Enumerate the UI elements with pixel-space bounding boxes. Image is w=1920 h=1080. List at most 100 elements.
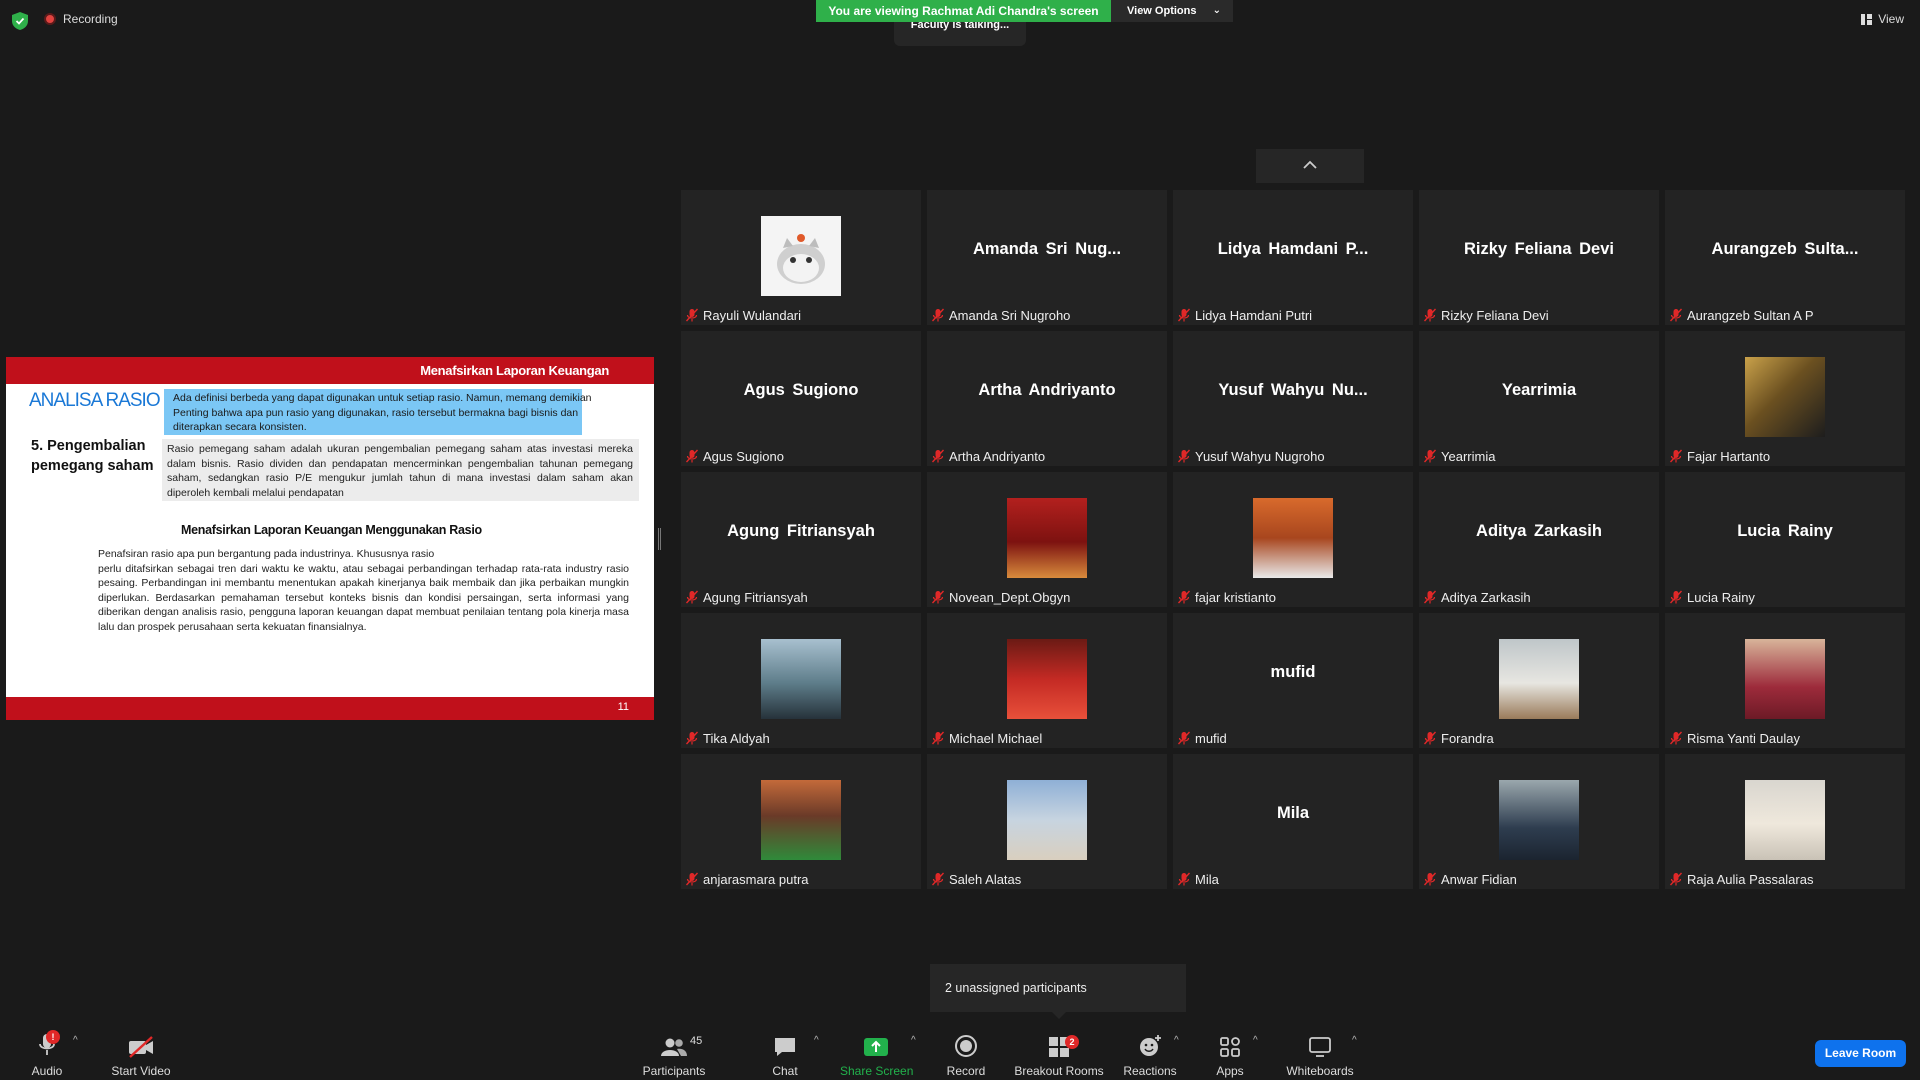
cat-avatar-icon [777,234,825,284]
participant-avatar [1499,780,1579,860]
participant-tile[interactable]: mufid mufid [1173,613,1413,748]
participant-tile[interactable]: Forandra [1419,613,1659,748]
microphone-muted-icon [1423,731,1437,745]
chat-button[interactable]: Chat [760,1030,810,1078]
microphone-muted-icon [685,308,699,322]
participant-name: Artha Andriyanto [949,448,1046,464]
record-label: Record [946,1064,986,1078]
participant-name-label: Tika Aldyah [685,730,770,746]
reactions-button[interactable]: Reactions [1122,1030,1178,1078]
participant-tile[interactable]: Mila Mila [1173,754,1413,889]
microphone-muted-icon [1423,590,1437,604]
recording-indicator[interactable]: Recording [44,12,118,26]
apps-icon [1220,1037,1240,1057]
viewing-banner: You are viewing Rachmat Adi Chandra's sc… [816,0,1111,22]
breakout-rooms-button[interactable]: Breakout Rooms [1012,1030,1106,1078]
participant-tile[interactable]: Amanda Sri Nug... Amanda Sri Nugroho [927,190,1167,325]
reactions-caret-icon[interactable]: ^ [1174,1035,1179,1046]
participant-tile[interactable]: Agung Fitriansyah Agung Fitriansyah [681,472,921,607]
microphone-muted-icon [1177,731,1191,745]
highlight-text: Ada definisi berbeda yang dapat digunaka… [173,392,592,433]
participant-name-label: Fajar Hartanto [1669,448,1770,464]
participant-tile[interactable]: Rizky Feliana Devi Rizky Feliana Devi [1419,190,1659,325]
participant-tile[interactable]: Lucia Rainy Lucia Rainy [1665,472,1905,607]
apps-caret-icon[interactable]: ^ [1253,1035,1258,1046]
whiteboards-label: Whiteboards [1286,1064,1354,1078]
participant-name: Yearrimia [1441,448,1496,464]
participant-name-label: Agus Sugiono [685,448,784,464]
share-screen-button[interactable]: Share Screen [840,1030,914,1078]
leave-room-button[interactable]: Leave Room [1815,1040,1906,1067]
participant-name: Rayuli Wulandari [703,307,802,323]
participant-name-label: Aurangzeb Sultan A P [1669,307,1813,323]
audio-warning-badge: ! [46,1030,60,1044]
definition-text: Rasio pemegang saham adalah ukuran penge… [167,443,633,499]
microphone-muted-icon [1177,449,1191,463]
participant-name: Aditya Zarkasih [1441,589,1531,605]
microphone-muted-icon [1669,731,1683,745]
participant-display-name: Lidya Hamdani P... [1217,240,1369,258]
participant-name: Tika Aldyah [703,730,770,746]
whiteboards-caret-icon[interactable]: ^ [1352,1035,1357,1046]
record-button[interactable]: Record [940,1030,992,1078]
participant-tile[interactable]: Yusuf Wahyu Nu... Yusuf Wahyu Nugroho [1173,331,1413,466]
grid-view-icon [1861,13,1873,25]
participant-avatar [1745,357,1825,437]
start-video-label: Start Video [111,1064,171,1078]
participant-tile[interactable]: Yearrimia Yearrimia [1419,331,1659,466]
start-video-button[interactable]: Start Video [106,1030,176,1078]
participant-name-label: Lidya Hamdani Putri [1177,307,1312,323]
participant-name-label: Anwar Fidian [1423,871,1517,887]
participant-tile[interactable]: Raja Aulia Passalaras [1665,754,1905,889]
participant-name: Forandra [1441,730,1494,746]
participant-tile[interactable]: Aurangzeb Sulta... Aurangzeb Sultan A P [1665,190,1905,325]
view-button[interactable]: View [1861,12,1904,26]
view-label: View [1878,12,1904,26]
participant-name: Mila [1195,871,1219,887]
participant-name: Lucia Rainy [1687,589,1755,605]
participant-tile[interactable]: Saleh Alatas [927,754,1167,889]
participant-tile[interactable]: Agus Sugiono Agus Sugiono [681,331,921,466]
share-caret-icon[interactable]: ^ [911,1035,916,1046]
participant-avatar [1007,780,1087,860]
participant-name-label: mufid [1177,730,1227,746]
participant-tile[interactable]: anjarasmara putra [681,754,921,889]
participant-tile[interactable]: Novean_Dept.Obgyn [927,472,1167,607]
view-options-button[interactable]: View Options ⌄ [1111,0,1233,22]
participant-name: Novean_Dept.Obgyn [949,589,1071,605]
shield-icon[interactable] [12,12,28,30]
participant-tile[interactable]: Rayuli Wulandari [681,190,921,325]
splitter-handle[interactable] [658,528,661,550]
microphone-muted-icon [1669,872,1683,886]
share-screen-label: Share Screen [840,1064,914,1078]
unassigned-participants-tooltip[interactable]: 2 unassigned participants [930,964,1186,1019]
whiteboards-button[interactable]: Whiteboards [1282,1030,1358,1078]
participant-name: Aurangzeb Sultan A P [1687,307,1814,323]
participant-tile[interactable]: Michael Michael [927,613,1167,748]
participant-name: Yusuf Wahyu Nugroho [1195,448,1325,464]
participant-tile[interactable]: Aditya Zarkasih Aditya Zarkasih [1419,472,1659,607]
slide-body-rest: perlu ditafsirkan sebagai tren dari wakt… [98,562,629,633]
participant-display-name: Yearrimia [1501,381,1577,399]
participant-tile[interactable]: Fajar Hartanto [1665,331,1905,466]
apps-button[interactable]: Apps [1208,1030,1252,1078]
participant-tile[interactable]: Anwar Fidian [1419,754,1659,889]
participants-count: 45 [690,1035,703,1047]
participant-tile[interactable]: Risma Yanti Daulay [1665,613,1905,748]
participant-tile[interactable]: Lidya Hamdani P... Lidya Hamdani Putri [1173,190,1413,325]
participant-name: mufid [1195,730,1227,746]
shared-screen[interactable]: Menafsirkan Laporan Keuangan ANALISA RAS… [6,357,654,720]
microphone-muted-icon [685,590,699,604]
participant-tile[interactable]: fajar kristianto [1173,472,1413,607]
audio-caret-icon[interactable]: ^ [73,1035,78,1046]
participant-avatar [761,216,841,296]
gallery-up-button[interactable] [1256,149,1364,183]
slide-page-number: 11 [617,701,629,713]
participant-display-name: Mila [1276,804,1310,822]
participant-tile[interactable]: Tika Aldyah [681,613,921,748]
participant-tile[interactable]: Artha Andriyanto Artha Andriyanto [927,331,1167,466]
participant-avatar [1253,498,1333,578]
microphone-muted-icon [685,872,699,886]
chat-caret-icon[interactable]: ^ [814,1035,819,1046]
top-bar: Recording Faculty is talking... You are … [0,0,1920,46]
